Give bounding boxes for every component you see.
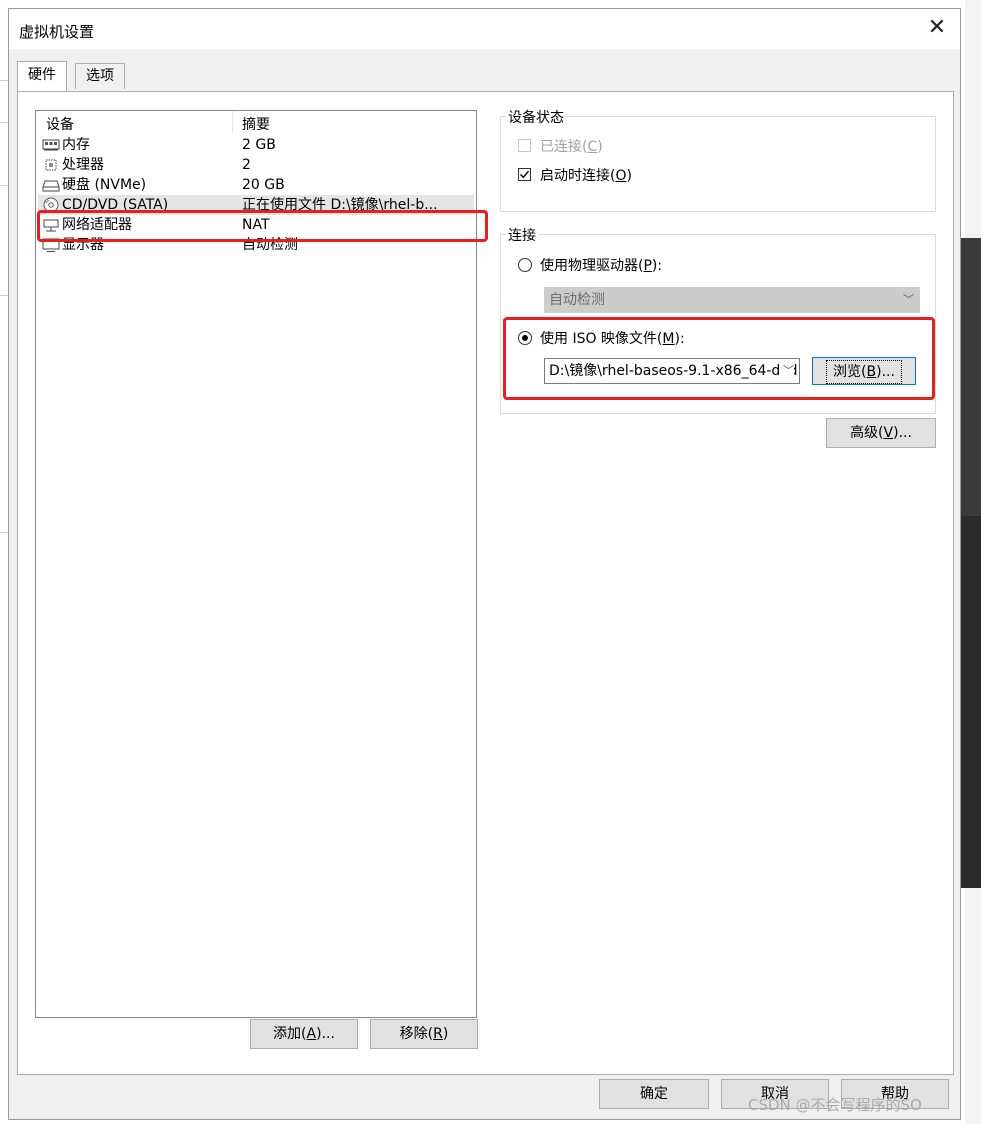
background-divider: [0, 295, 8, 296]
watermark-text: CSDN @不会写程序的SO: [748, 1096, 922, 1114]
vm-settings-dialog: 虚拟机设置 ✕ 硬件 选项 设备 摘要 内存 2 GB 处理器 2 硬盘 (NV…: [8, 8, 961, 1120]
connected-checkbox[interactable]: [518, 139, 531, 152]
physical-drive-value: 自动检测: [549, 292, 605, 308]
column-header-device[interactable]: 设备: [46, 114, 74, 134]
device-row-hard-disk[interactable]: 硬盘 (NVMe) 20 GB: [38, 175, 474, 195]
processor-icon: [45, 159, 57, 171]
connect-at-power-on-label: 启动时连接(O): [540, 168, 632, 184]
device-status-group: [500, 116, 936, 212]
tab-options-label: 选项: [86, 68, 114, 84]
column-header-summary[interactable]: 摘要: [242, 114, 270, 134]
title-bar: 虚拟机设置 ✕: [9, 9, 960, 49]
background-divider: [0, 122, 8, 123]
chevron-down-icon: ﹀: [903, 293, 914, 306]
highlight-box-iso: [503, 317, 935, 400]
ok-button[interactable]: 确定: [599, 1079, 709, 1109]
advanced-button[interactable]: 高级(V)...: [826, 418, 936, 448]
tab-hardware-label: 硬件: [28, 67, 56, 83]
physical-drive-radio[interactable]: [518, 258, 532, 272]
device-name: 处理器: [62, 157, 104, 173]
window-title: 虚拟机设置: [19, 23, 95, 41]
highlight-box-cd-dvd: [37, 210, 488, 242]
physical-drive-label: 使用物理驱动器(P):: [540, 258, 663, 274]
device-summary: 20 GB: [242, 177, 285, 193]
hard-disk-icon: [42, 180, 60, 192]
background-dark-panel-top: [961, 238, 981, 516]
device-summary: 2: [242, 157, 251, 173]
background-divider: [0, 185, 8, 186]
device-name: 硬盘 (NVMe): [62, 177, 147, 193]
connection-title: 连接: [506, 225, 538, 245]
memory-icon: [42, 139, 60, 151]
hardware-panel: 设备 摘要 内存 2 GB 处理器 2 硬盘 (NVMe) 20 GB CD/D…: [17, 91, 954, 1075]
checkmark-icon: [520, 170, 530, 179]
column-separator[interactable]: [232, 111, 233, 133]
close-icon[interactable]: ✕: [924, 15, 950, 41]
connect-at-power-on-checkbox[interactable]: [518, 168, 531, 181]
device-summary: 2 GB: [242, 137, 276, 153]
add-device-button[interactable]: 添加(A)...: [250, 1019, 358, 1049]
connected-label: 已连接(C): [540, 139, 603, 155]
physical-drive-select[interactable]: 自动检测 ﹀: [544, 287, 920, 313]
device-list[interactable]: 设备 摘要 内存 2 GB 处理器 2 硬盘 (NVMe) 20 GB CD/D…: [35, 110, 477, 1018]
device-row-processor[interactable]: 处理器 2: [38, 155, 474, 175]
tab-hardware[interactable]: 硬件: [17, 61, 67, 91]
background-divider: [0, 532, 8, 533]
remove-device-button[interactable]: 移除(R): [370, 1019, 478, 1049]
device-name: 内存: [62, 137, 90, 153]
device-row-memory[interactable]: 内存 2 GB: [38, 135, 474, 155]
background-divider: [0, 80, 8, 81]
tab-options[interactable]: 选项: [75, 63, 125, 89]
device-status-title: 设备状态: [506, 107, 566, 127]
